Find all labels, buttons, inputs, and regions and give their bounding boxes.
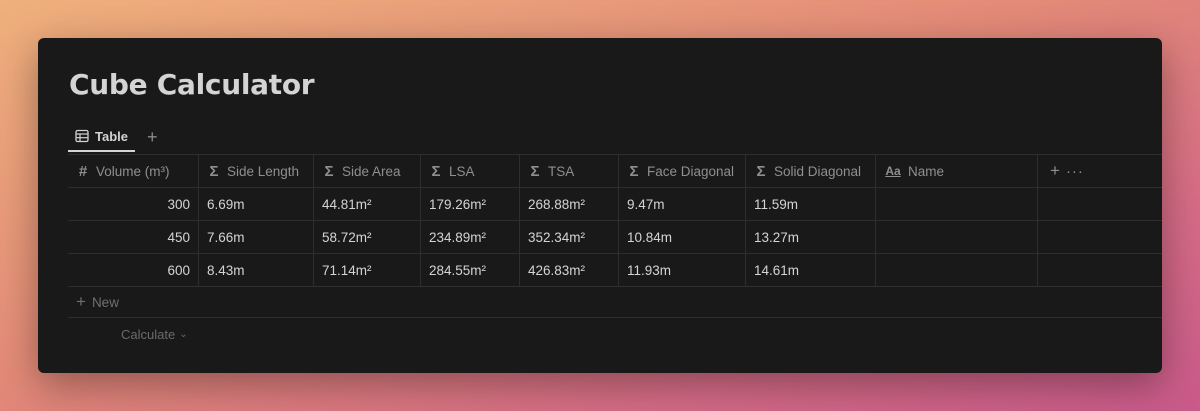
cell-side-length[interactable]: 7.66m <box>199 221 314 253</box>
column-header-label: Side Area <box>342 163 401 179</box>
column-header-tsa[interactable]: Σ TSA <box>520 155 619 187</box>
table-header-row: # Volume (m³) Σ Side Length Σ Side Area … <box>68 154 1162 188</box>
cell-empty <box>1038 221 1162 253</box>
cell-empty <box>1038 188 1162 220</box>
table-row[interactable]: 450 7.66m 58.72m² 234.89m² 352.34m² 10.8… <box>68 221 1162 254</box>
tab-table-label: Table <box>95 128 128 144</box>
number-icon: # <box>78 162 88 180</box>
cell-side-area[interactable]: 71.14m² <box>314 254 421 286</box>
table-row[interactable]: 300 6.69m 44.81m² 179.26m² 268.88m² 9.47… <box>68 188 1162 221</box>
formula-icon: Σ <box>756 162 766 180</box>
cell-empty <box>1038 254 1162 286</box>
database-window: Cube Calculator Table + # Volume (m³) Σ … <box>38 38 1162 373</box>
column-header-label: TSA <box>548 163 575 179</box>
cell-solid-diagonal[interactable]: 11.59m <box>746 188 876 220</box>
plus-icon[interactable]: + <box>1050 161 1060 181</box>
cell-side-length[interactable]: 6.69m <box>199 188 314 220</box>
formula-icon: Σ <box>431 162 441 180</box>
plus-icon: + <box>76 292 86 311</box>
calculate-button[interactable]: Calculate <box>121 327 175 342</box>
cell-face-diagonal[interactable]: 10.84m <box>619 221 746 253</box>
cell-name[interactable] <box>876 254 1038 286</box>
column-header-lsa[interactable]: Σ LSA <box>421 155 520 187</box>
plus-icon[interactable]: + <box>147 128 158 146</box>
column-header-volume[interactable]: # Volume (m³) <box>68 155 199 187</box>
cell-tsa[interactable]: 268.88m² <box>520 188 619 220</box>
chevron-down-icon[interactable]: ⌄ <box>179 329 187 340</box>
cell-solid-diagonal[interactable]: 13.27m <box>746 221 876 253</box>
column-header-solid-diagonal[interactable]: Σ Solid Diagonal <box>746 155 876 187</box>
tab-table[interactable]: Table <box>68 122 135 152</box>
more-horizontal-icon[interactable]: ··· <box>1066 163 1084 180</box>
data-table: # Volume (m³) Σ Side Length Σ Side Area … <box>68 154 1162 350</box>
cell-solid-diagonal[interactable]: 14.61m <box>746 254 876 286</box>
cell-volume[interactable]: 450 <box>68 221 199 253</box>
calculate-menu: Calculate ⌄ <box>68 318 1162 350</box>
table-icon <box>75 129 89 143</box>
formula-icon: Σ <box>629 162 639 180</box>
column-header-name[interactable]: Aa Name <box>876 155 1038 187</box>
cell-lsa[interactable]: 179.26m² <box>421 188 520 220</box>
view-tabs: Table + <box>68 122 158 152</box>
column-header-side-area[interactable]: Σ Side Area <box>314 155 421 187</box>
column-header-label: Side Length <box>227 163 300 179</box>
column-header-label: Face Diagonal <box>647 163 735 179</box>
text-property-icon: Aa <box>885 164 901 178</box>
column-header-label: LSA <box>449 163 475 179</box>
new-row-label: New <box>91 294 119 310</box>
column-header-label: Solid Diagonal <box>774 163 862 179</box>
column-header-side-length[interactable]: Σ Side Length <box>199 155 314 187</box>
formula-icon: Σ <box>324 162 334 180</box>
cell-name[interactable] <box>876 188 1038 220</box>
cell-tsa[interactable]: 426.83m² <box>520 254 619 286</box>
formula-icon: Σ <box>530 162 540 180</box>
cell-face-diagonal[interactable]: 9.47m <box>619 188 746 220</box>
cell-lsa[interactable]: 234.89m² <box>421 221 520 253</box>
column-header-label: Name <box>908 163 945 179</box>
cell-tsa[interactable]: 352.34m² <box>520 221 619 253</box>
cell-side-length[interactable]: 8.43m <box>199 254 314 286</box>
column-header-label: Volume (m³) <box>96 163 170 179</box>
cell-name[interactable] <box>876 221 1038 253</box>
cell-volume[interactable]: 300 <box>68 188 199 220</box>
cell-lsa[interactable]: 284.55m² <box>421 254 520 286</box>
table-row[interactable]: 600 8.43m 71.14m² 284.55m² 426.83m² 11.9… <box>68 254 1162 287</box>
cell-side-area[interactable]: 44.81m² <box>314 188 421 220</box>
new-row-button[interactable]: + New <box>68 287 1162 318</box>
column-header-face-diagonal[interactable]: Σ Face Diagonal <box>619 155 746 187</box>
cell-volume[interactable]: 600 <box>68 254 199 286</box>
cell-side-area[interactable]: 58.72m² <box>314 221 421 253</box>
cell-face-diagonal[interactable]: 11.93m <box>619 254 746 286</box>
formula-icon: Σ <box>209 162 219 180</box>
page-title: Cube Calculator <box>69 68 315 101</box>
column-actions: + ··· <box>1038 155 1162 187</box>
